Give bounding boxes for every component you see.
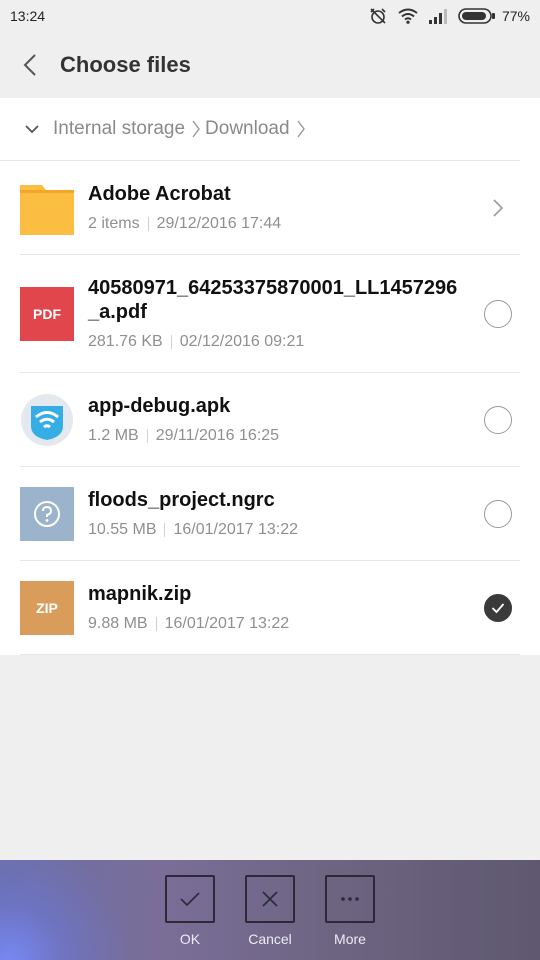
cancel-button[interactable]: Cancel (245, 875, 295, 947)
select-checkbox[interactable] (484, 299, 512, 328)
battery-icon (458, 8, 495, 24)
pdf-file-icon: PDF (20, 286, 74, 341)
file-date: 02/12/2016 09:21 (179, 333, 305, 350)
file-row-pdf[interactable]: PDF 40580971_64253375870001_LL1457296_a.… (20, 255, 520, 373)
meta-divider (155, 617, 157, 631)
chevron-right-icon (296, 119, 306, 139)
file-meta: 2 items 29/12/2016 17:44 (88, 215, 464, 233)
file-list: Adobe Acrobat 2 items 29/12/2016 17:44 P… (0, 161, 540, 655)
wifi-app-icon (20, 393, 74, 447)
chevron-right-icon (191, 119, 201, 139)
zip-file-icon: ZIP (20, 580, 74, 635)
breadcrumb: Internal storage Download (0, 98, 520, 161)
file-name: app-debug.apk (88, 395, 231, 417)
unchecked-radio-icon (484, 299, 512, 328)
select-checkbox[interactable] (484, 499, 512, 528)
breadcrumb-label: Internal storage (53, 118, 186, 139)
file-name: 40580971_64253375870001_LL1457296_a.pdf (88, 277, 458, 323)
file-date: 16/01/2017 13:22 (173, 521, 299, 538)
file-date: 29/12/2016 17:44 (156, 215, 282, 232)
alarm-off-icon (368, 6, 388, 26)
file-size: 281.76 KB (88, 333, 163, 350)
breadcrumb-label: Download (205, 118, 290, 139)
ok-button[interactable]: OK (165, 875, 215, 947)
status-bar: 13:24 77% (0, 0, 540, 32)
file-date: 16/01/2017 13:22 (164, 615, 290, 632)
file-meta: 9.88 MB 16/01/2017 13:22 (88, 615, 464, 633)
close-icon (245, 875, 295, 923)
more-label: More (334, 931, 366, 947)
file-row-adobe-acrobat[interactable]: Adobe Acrobat 2 items 29/12/2016 17:44 (20, 161, 520, 255)
file-browser: Internal storage Download Adobe Acrobat … (0, 98, 540, 655)
file-name: mapnik.zip (88, 583, 192, 605)
file-item-count: 2 items (88, 215, 140, 232)
signal-icon (428, 8, 448, 24)
battery-indicator: 77% (458, 8, 530, 24)
checkmark-icon (165, 875, 215, 923)
header: Choose files (0, 32, 540, 98)
file-meta: 10.55 MB 16/01/2017 13:22 (88, 521, 464, 539)
back-arrow-icon (23, 54, 36, 76)
open-folder-chevron-icon (484, 194, 512, 222)
file-name: Adobe Acrobat (88, 183, 231, 205)
status-icons: 77% (368, 6, 530, 26)
more-dots-icon (325, 875, 375, 923)
file-row-ngrc[interactable]: floods_project.ngrc 10.55 MB 16/01/2017 … (20, 467, 520, 561)
battery-percent: 77% (501, 8, 530, 24)
breadcrumb-item-download[interactable]: Download (205, 118, 310, 140)
meta-divider (147, 217, 149, 231)
page-title: Choose files (60, 52, 191, 77)
select-checkbox[interactable] (484, 593, 512, 622)
svg-text:ZIP: ZIP (36, 600, 58, 616)
folder-icon (20, 181, 74, 235)
file-size: 10.55 MB (88, 521, 157, 538)
file-row-apk[interactable]: app-debug.apk 1.2 MB 29/11/2016 16:25 (20, 373, 520, 467)
breadcrumb-item-internal-storage[interactable]: Internal storage (53, 118, 205, 140)
unchecked-radio-icon (484, 405, 512, 434)
wifi-icon (398, 8, 418, 24)
file-row-zip[interactable]: ZIP mapnik.zip 9.88 MB 16/01/2017 13:22 (20, 561, 520, 655)
select-checkbox[interactable] (484, 405, 512, 434)
cancel-label: Cancel (248, 931, 292, 947)
unchecked-radio-icon (484, 499, 512, 528)
breadcrumb-toggle[interactable] (12, 109, 52, 149)
file-name: floods_project.ngrc (88, 489, 275, 511)
file-meta: 1.2 MB 29/11/2016 16:25 (88, 427, 464, 445)
bottom-action-bar: OK Cancel More (0, 860, 540, 960)
back-button[interactable] (0, 32, 60, 98)
file-meta: 281.76 KB 02/12/2016 09:21 (88, 333, 464, 351)
status-time: 13:24 (10, 8, 46, 24)
file-date: 29/11/2016 16:25 (155, 427, 280, 444)
checked-radio-icon (484, 593, 512, 622)
meta-divider (146, 429, 148, 443)
meta-divider (164, 523, 166, 537)
chevron-down-icon (25, 125, 39, 134)
svg-text:PDF: PDF (33, 306, 61, 322)
unknown-file-icon (20, 486, 74, 541)
file-size: 9.88 MB (88, 615, 148, 632)
file-size: 1.2 MB (88, 427, 139, 444)
meta-divider (170, 335, 172, 349)
more-button[interactable]: More (325, 875, 375, 947)
ok-label: OK (179, 931, 201, 947)
